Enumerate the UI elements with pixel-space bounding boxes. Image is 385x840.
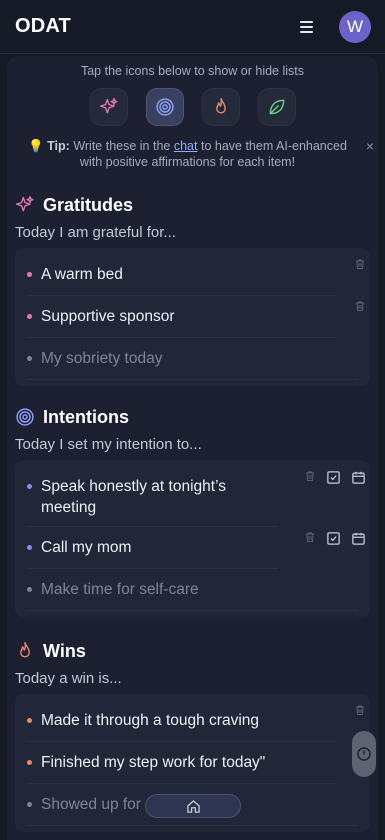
alert-circle-icon (357, 747, 371, 761)
target-icon (155, 98, 174, 116)
app-title: ODAT (15, 15, 71, 37)
chat-link[interactable]: chat (174, 139, 198, 153)
trash-icon[interactable] (354, 704, 366, 716)
item-actions (354, 704, 366, 716)
check-square-icon[interactable] (326, 470, 341, 485)
section-title: Intentions (43, 406, 129, 427)
trash-icon[interactable] (304, 470, 316, 482)
top-bar: ODAT W (0, 0, 385, 54)
trash-icon[interactable] (354, 300, 366, 312)
intentions-toggle[interactable] (145, 88, 184, 126)
target-icon (16, 408, 34, 426)
item-text: Finished my step work for today" (41, 754, 266, 771)
check-square-icon[interactable] (326, 531, 341, 546)
sparkle-icon (16, 196, 34, 212)
sparkle-icon (99, 98, 118, 114)
item-actions (304, 531, 366, 546)
bullet-dot (27, 545, 32, 550)
lightbulb-icon: 💡 (28, 139, 44, 153)
flame-icon (20, 641, 30, 658)
item-actions (304, 470, 366, 485)
list-item[interactable]: Supportive sponsor (27, 296, 364, 338)
calendar-icon[interactable] (351, 470, 366, 485)
item-placeholder: Make time for self-care (41, 581, 199, 598)
trash-icon[interactable] (304, 531, 316, 543)
home-button[interactable] (145, 794, 241, 818)
feedback-button[interactable] (352, 731, 376, 777)
list-item[interactable]: A warm bed (27, 254, 364, 296)
gratitudes-toggle[interactable] (89, 88, 128, 126)
section-prompt: Today a win is... (15, 670, 122, 687)
leaf-icon (269, 99, 284, 115)
leaf-toggle[interactable] (257, 88, 296, 126)
bullet-dot (27, 587, 32, 592)
gratitudes-section: Gratitudes Today I am grateful for... A … (15, 192, 370, 386)
list-item[interactable]: Finished my step work for today" (27, 742, 364, 784)
new-item-input[interactable]: Make time for self-care (27, 569, 358, 611)
home-icon (186, 799, 200, 813)
tip-text-before: Write these in the (73, 139, 171, 153)
item-actions (354, 258, 366, 270)
new-item-input[interactable]: My sobriety today (27, 338, 358, 380)
calendar-icon[interactable] (351, 531, 366, 546)
tip-banner: 💡 Tip: Write these in the chat to have t… (19, 138, 374, 170)
item-placeholder: My sobriety today (41, 350, 163, 367)
section-prompt: Today I am grateful for... (15, 224, 176, 241)
item-text: Made it through a tough craving (41, 712, 259, 729)
list-toggles (7, 88, 378, 126)
lists-panel: Tap the icons below to show or hide list… (7, 56, 378, 840)
tip-label: Tip: (47, 139, 70, 153)
bullet-dot (27, 718, 32, 723)
close-icon[interactable]: × (366, 138, 374, 154)
avatar[interactable]: W (339, 10, 371, 43)
hamburger-menu-icon[interactable] (295, 16, 317, 38)
intentions-section: Intentions Today I set my intention to..… (15, 404, 370, 617)
trash-icon[interactable] (354, 258, 366, 270)
bullet-dot (27, 760, 32, 765)
item-text: Supportive sponsor (41, 308, 175, 325)
section-prompt: Today I set my intention to... (15, 436, 202, 453)
section-title: Wins (43, 640, 86, 661)
item-actions (354, 300, 366, 312)
section-title: Gratitudes (43, 194, 134, 215)
bullet-dot (27, 356, 32, 361)
wins-toggle[interactable] (201, 88, 240, 126)
item-text: A warm bed (41, 266, 123, 283)
item-text: Speak honestly at tonight’s meeting (41, 478, 226, 516)
list-item[interactable]: Speak honestly at tonight’s meeting (27, 466, 365, 527)
bullet-dot (27, 272, 32, 277)
toggle-hint: Tap the icons below to show or hide list… (80, 64, 305, 78)
item-text: Call my mom (41, 539, 132, 556)
bullet-dot (27, 484, 32, 489)
list-item[interactable]: Made it through a tough craving (27, 700, 364, 742)
gratitudes-list: A warm bed Supportive sponsor My sobriet… (15, 248, 370, 386)
flame-icon (215, 97, 226, 114)
item-placeholder: Showed up for (41, 796, 141, 813)
bullet-dot (27, 802, 32, 807)
intentions-list: Speak honestly at tonight’s meeting Call… (15, 460, 370, 617)
list-item[interactable]: Call my mom (27, 527, 365, 569)
bullet-dot (27, 314, 32, 319)
